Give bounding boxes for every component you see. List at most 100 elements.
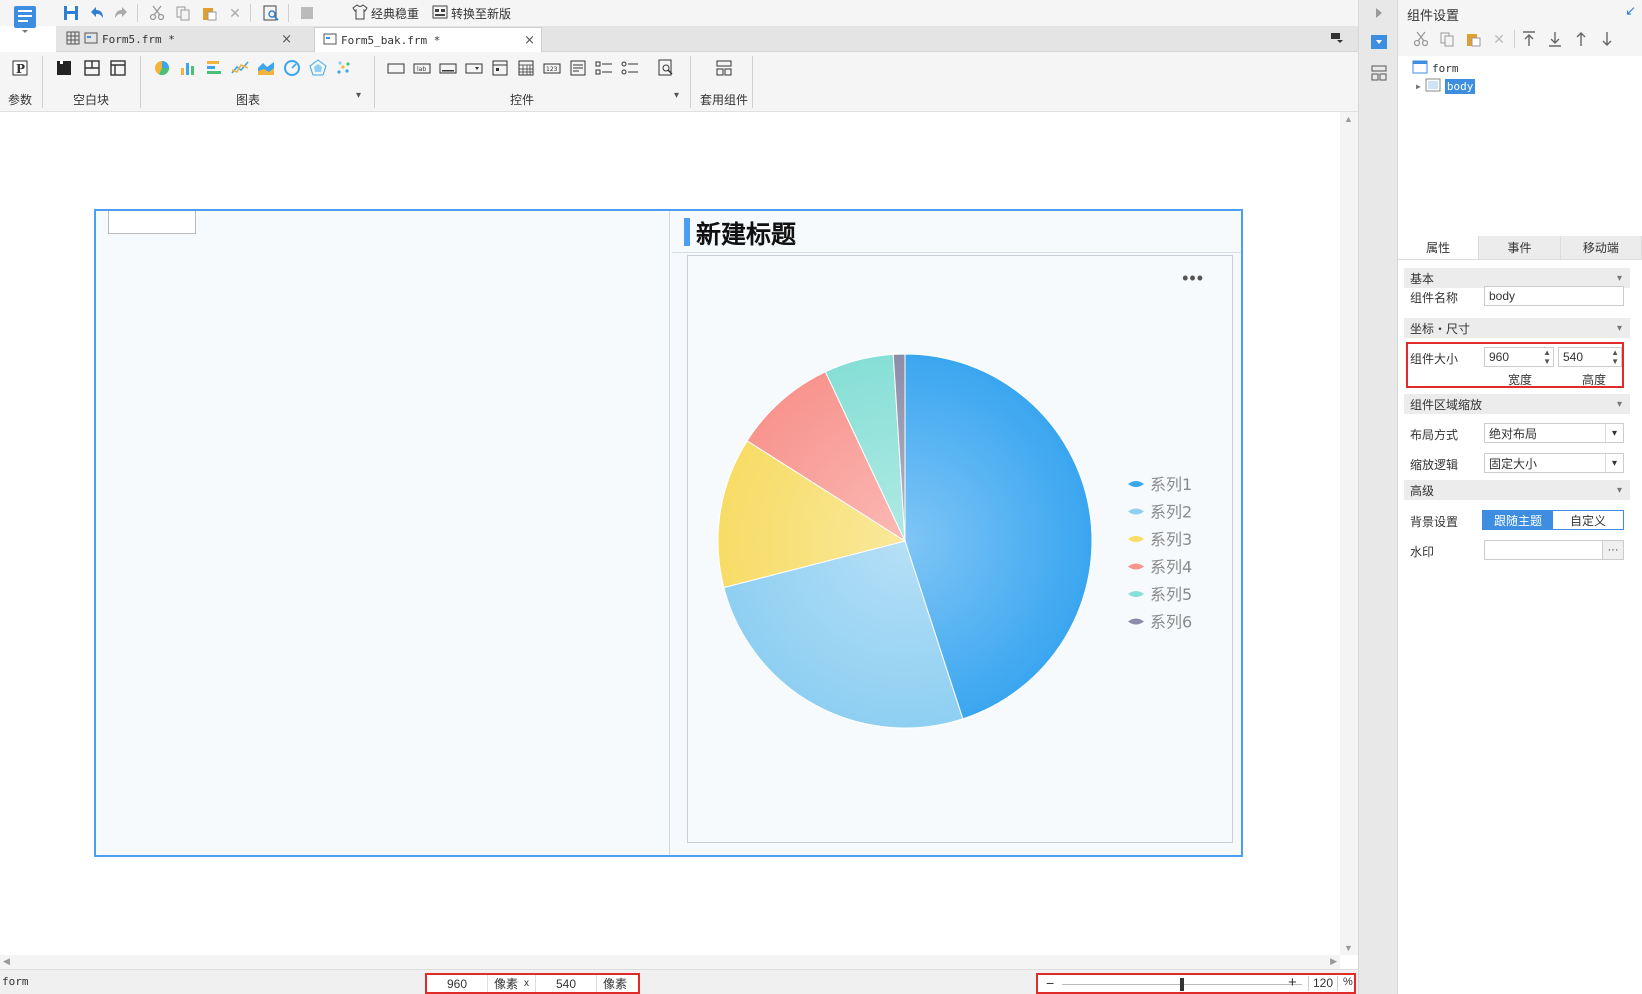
blank-cell[interactable] bbox=[96, 211, 670, 855]
bar-chart-icon[interactable] bbox=[178, 58, 198, 78]
legend-label-2[interactable]: 系列2 bbox=[1150, 503, 1192, 522]
legend-label-6[interactable]: 系列6 bbox=[1150, 613, 1192, 632]
gauge-chart-icon[interactable] bbox=[282, 58, 302, 78]
template-icon[interactable] bbox=[298, 4, 316, 22]
combo-widget-icon[interactable] bbox=[464, 58, 484, 78]
zoom-slider-thumb[interactable] bbox=[1180, 978, 1184, 991]
legend-marker-6[interactable] bbox=[1128, 618, 1144, 625]
vertical-scrollbar[interactable]: ▲ ▼ bbox=[1340, 112, 1358, 955]
layout-select[interactable]: 绝对布局 ▾ bbox=[1484, 423, 1624, 443]
line-chart-icon[interactable] bbox=[230, 58, 250, 78]
tab-form5[interactable]: Form5.frm * × bbox=[58, 27, 298, 52]
checkbox-group-icon[interactable] bbox=[594, 58, 614, 78]
move-down-icon[interactable] bbox=[1598, 30, 1616, 48]
collapse-arrow-icon[interactable] bbox=[1370, 4, 1388, 22]
calendar-widget-icon[interactable] bbox=[516, 58, 536, 78]
legend-marker-1[interactable] bbox=[1128, 481, 1144, 487]
canvas-width-input[interactable]: 960 bbox=[427, 977, 487, 991]
textarea-widget-icon[interactable] bbox=[568, 58, 588, 78]
scroll-up-icon[interactable]: ▲ bbox=[1344, 114, 1353, 124]
zoom-out-button[interactable]: − bbox=[1046, 975, 1054, 991]
area-chart-icon[interactable] bbox=[256, 58, 276, 78]
radar-chart-icon[interactable] bbox=[308, 58, 328, 78]
app-menu-icon[interactable] bbox=[12, 4, 38, 34]
legend-marker-3[interactable] bbox=[1128, 536, 1144, 542]
preview-icon[interactable] bbox=[262, 4, 280, 22]
scatter-chart-icon[interactable] bbox=[334, 58, 354, 78]
pin-icon[interactable]: ↙ bbox=[1625, 3, 1636, 19]
section-basic[interactable]: 基本 ▾ bbox=[1404, 268, 1630, 288]
layout-block-icon[interactable] bbox=[82, 58, 102, 78]
tab-dropdown-icon[interactable] bbox=[1330, 31, 1344, 48]
convert-version-button[interactable]: 转换至新版 bbox=[432, 3, 511, 23]
mini-widget[interactable] bbox=[108, 211, 196, 234]
tab-attributes[interactable]: 属性 bbox=[1398, 236, 1480, 259]
legend-marker-4[interactable] bbox=[1128, 563, 1144, 570]
canvas-height-input[interactable]: 540 bbox=[536, 977, 596, 991]
tree-node-form[interactable]: form bbox=[1412, 60, 1459, 77]
textbox-widget-icon[interactable] bbox=[386, 58, 406, 78]
watermark-field[interactable] bbox=[1484, 540, 1604, 560]
component-settings-icon[interactable] bbox=[1370, 33, 1388, 51]
save-icon[interactable] bbox=[62, 4, 80, 22]
layout-panel-icon[interactable] bbox=[1370, 64, 1388, 82]
zoom-value-input[interactable]: 120 bbox=[1308, 976, 1338, 991]
number-widget-icon[interactable]: 123 bbox=[542, 58, 562, 78]
classic-theme-button[interactable]: 经典稳重 bbox=[352, 3, 419, 23]
radio-group-icon[interactable] bbox=[620, 58, 640, 78]
scroll-left-icon[interactable]: ◀ bbox=[3, 956, 10, 967]
delete-icon[interactable]: ✕ bbox=[226, 4, 244, 22]
height-spinner-icon[interactable]: ▲ ▼ bbox=[1611, 348, 1619, 366]
legend-marker-2[interactable] bbox=[1128, 508, 1144, 515]
search-widget-icon[interactable] bbox=[656, 58, 676, 78]
date-widget-icon[interactable] bbox=[490, 58, 510, 78]
width-field[interactable]: 960 ▲ ▼ bbox=[1484, 347, 1554, 367]
close-icon[interactable]: × bbox=[524, 33, 535, 48]
scale-select[interactable]: 固定大小 ▾ bbox=[1484, 453, 1624, 473]
width-spinner-icon[interactable]: ▲ ▼ bbox=[1543, 348, 1551, 366]
tab-events[interactable]: 事件 bbox=[1479, 236, 1561, 259]
watermark-more-button[interactable]: ··· bbox=[1602, 540, 1624, 560]
tab-block-icon[interactable] bbox=[108, 58, 128, 78]
copy-icon[interactable] bbox=[1438, 30, 1456, 48]
section-advanced[interactable]: 高级 ▾ bbox=[1404, 480, 1630, 500]
chart-title[interactable]: 新建标题 bbox=[696, 215, 796, 251]
component-name-field[interactable]: body bbox=[1484, 286, 1624, 306]
parameter-icon[interactable]: P bbox=[10, 58, 30, 78]
section-scale[interactable]: 组件区域缩放 ▾ bbox=[1404, 394, 1630, 414]
bg-follow-theme-button[interactable]: 跟随主题 bbox=[1483, 511, 1553, 529]
control-expand-icon[interactable]: ▾ bbox=[674, 90, 679, 101]
form-body[interactable]: 新建标题 ••• 系列1 系列2 系列3 系列4 系列5 系列6 bbox=[94, 209, 1243, 857]
delete-icon[interactable]: ✕ bbox=[1490, 30, 1508, 48]
legend-label-3[interactable]: 系列3 bbox=[1150, 530, 1192, 549]
move-bottom-icon[interactable] bbox=[1546, 30, 1564, 48]
cut-icon[interactable] bbox=[148, 4, 166, 22]
chart-widget[interactable]: 新建标题 ••• 系列1 系列2 系列3 系列4 系列5 系列6 bbox=[672, 211, 1241, 855]
legend-label-1[interactable]: 系列1 bbox=[1150, 475, 1192, 494]
legend-marker-5[interactable] bbox=[1128, 591, 1144, 597]
legend-label-4[interactable]: 系列4 bbox=[1150, 558, 1192, 577]
horizontal-bar-icon[interactable] bbox=[204, 58, 224, 78]
label-widget-icon[interactable]: lab bbox=[412, 58, 432, 78]
cut-icon[interactable] bbox=[1412, 30, 1430, 48]
scroll-right-icon[interactable]: ▶ bbox=[1330, 956, 1337, 967]
blank-block-icon[interactable] bbox=[54, 58, 74, 78]
pie-chart-icon[interactable] bbox=[152, 58, 172, 78]
redo-icon[interactable] bbox=[112, 4, 130, 22]
template-widget-icon[interactable] bbox=[714, 58, 734, 78]
undo-icon[interactable] bbox=[88, 4, 106, 22]
button-widget-icon[interactable] bbox=[438, 58, 458, 78]
expand-arrow-icon[interactable]: ▶ bbox=[1416, 82, 1421, 91]
close-icon[interactable]: × bbox=[281, 32, 292, 47]
tree-node-body[interactable]: ▶ body bbox=[1416, 78, 1476, 95]
tab-form5-bak[interactable]: Form5_bak.frm * × bbox=[314, 27, 542, 52]
bg-custom-button[interactable]: 自定义 bbox=[1553, 511, 1623, 529]
horizontal-scrollbar[interactable]: ◀ ▶ bbox=[0, 955, 1340, 969]
move-top-icon[interactable] bbox=[1520, 30, 1538, 48]
paste-icon[interactable] bbox=[1464, 30, 1482, 48]
height-field[interactable]: 540 ▲ ▼ bbox=[1558, 347, 1622, 367]
section-coord[interactable]: 坐标・尺寸 ▾ bbox=[1404, 318, 1630, 338]
paste-icon[interactable] bbox=[200, 4, 218, 22]
zoom-in-button[interactable]: + bbox=[1288, 974, 1297, 991]
chart-expand-icon[interactable]: ▾ bbox=[356, 90, 361, 101]
